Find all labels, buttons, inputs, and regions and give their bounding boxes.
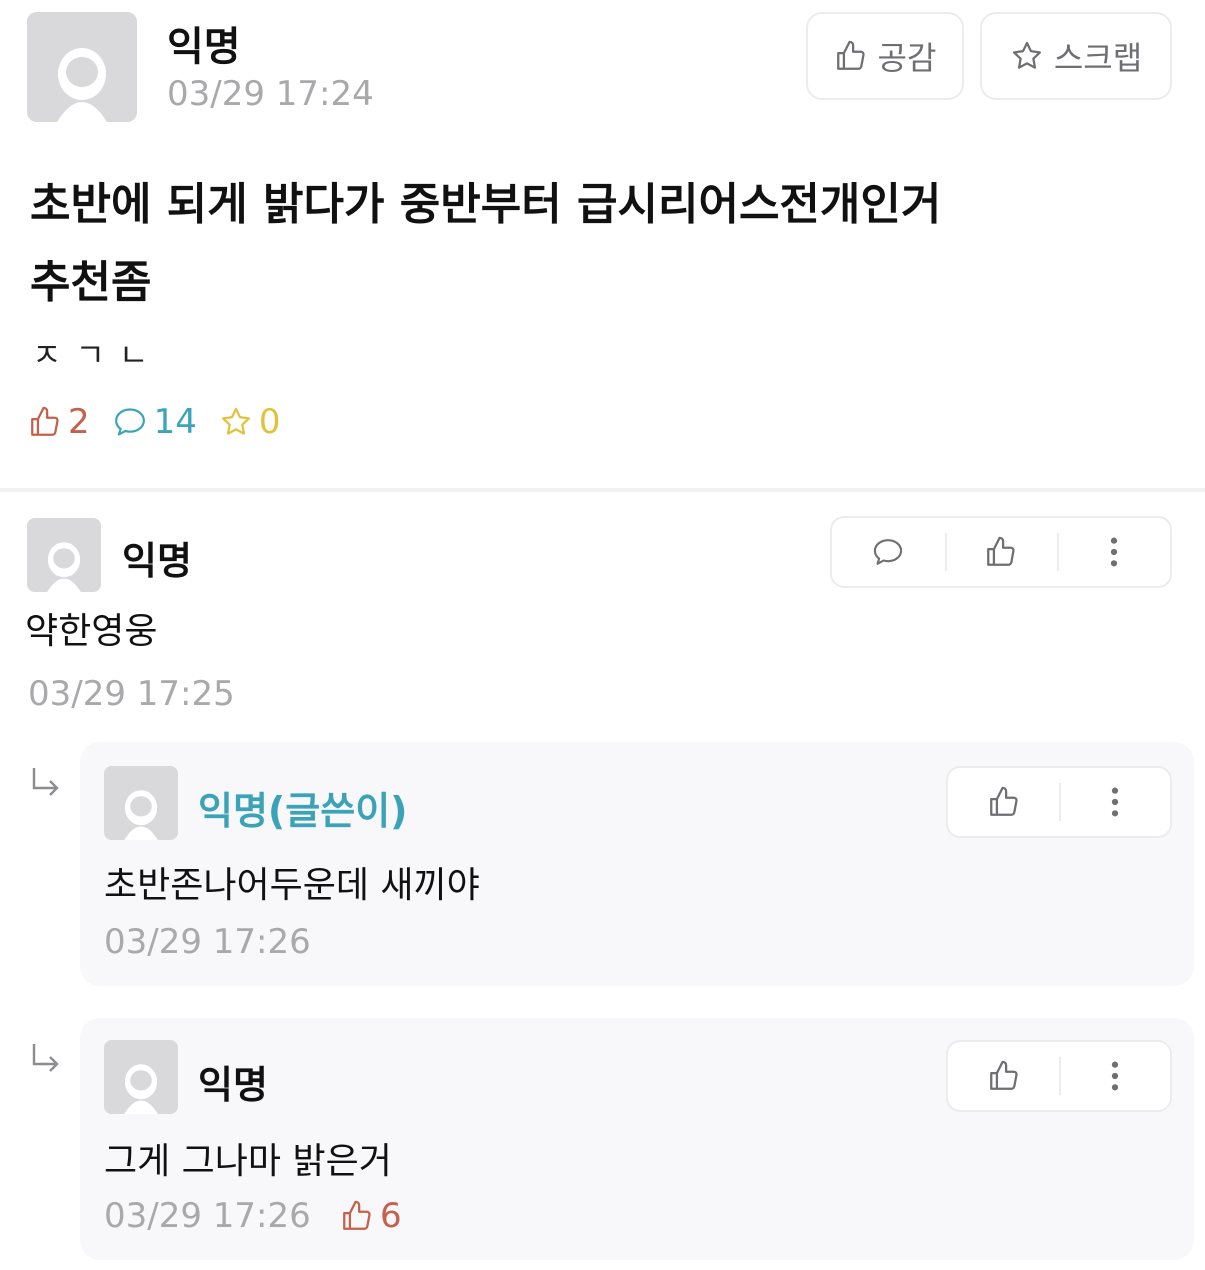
more-vertical-icon [1111, 1061, 1118, 1091]
comment-actions [830, 516, 1172, 588]
post-timestamp: 03/29 17:24 [167, 74, 374, 114]
reply-button[interactable] [832, 518, 945, 586]
thumbs-up-icon [31, 406, 59, 436]
reply-actions [946, 766, 1172, 838]
thumbs-up-icon [989, 786, 1018, 816]
star-icon [221, 407, 250, 435]
reply-like-count-value: 6 [380, 1196, 402, 1236]
post-body: ㅈㄱㄴ [32, 336, 163, 374]
more-vertical-icon [1110, 537, 1117, 567]
avatar-silhouette-icon [104, 1040, 178, 1114]
thumbs-up-icon [836, 40, 865, 70]
like-post-button[interactable]: 공감 [806, 12, 964, 100]
more-options-button[interactable] [1059, 1042, 1170, 1110]
like-post-button-label: 공감 [877, 39, 937, 77]
more-options-button[interactable] [1057, 518, 1170, 586]
post-like-count: 2 [28, 402, 90, 442]
reply-timestamp: 03/29 17:26 [104, 1196, 311, 1236]
post-author-name: 익명 [167, 24, 241, 70]
thumbs-up-icon [987, 536, 1015, 566]
reply-author-name: 익명 [198, 1063, 268, 1107]
star-icon [1012, 41, 1041, 69]
comment-timestamp: 03/29 17:25 [28, 674, 235, 714]
comment-text: 약한영웅 [25, 611, 158, 652]
post-stats: 2 14 0 [28, 400, 303, 444]
reply-like-count: 6 [340, 1196, 402, 1236]
post-comment-count-value: 14 [153, 402, 197, 442]
more-options-button[interactable] [1059, 768, 1170, 836]
like-reply-button[interactable] [948, 768, 1059, 836]
reply-text: 초반존나어두운데 새끼야 [104, 865, 480, 906]
divider [0, 488, 1205, 492]
reply-actions [946, 1040, 1172, 1112]
thumbs-up-icon [343, 1200, 371, 1230]
reply-author-avatar [104, 766, 178, 840]
reply-text: 그게 그나마 밝은거 [104, 1141, 392, 1182]
like-reply-button[interactable] [948, 1042, 1059, 1110]
post-author-avatar [27, 12, 137, 122]
post-scrap-count-value: 0 [258, 402, 281, 442]
avatar-silhouette-icon [27, 518, 101, 592]
scrap-post-button-label: 스크랩 [1053, 39, 1143, 77]
reply-author-avatar [104, 1040, 178, 1114]
speech-bubble-icon [874, 539, 903, 565]
post-scrap-count: 0 [219, 402, 281, 442]
speech-bubble-icon [114, 408, 145, 436]
reply-author-name: 익명(글쓴이) [198, 789, 408, 833]
avatar-silhouette-icon [27, 12, 137, 122]
comment-author-avatar [27, 518, 101, 592]
more-vertical-icon [1111, 787, 1118, 817]
post-title: 초반에 되게 밝다가 중반부터 급시리어스전개인거 추천좀 [30, 166, 1180, 322]
avatar-silhouette-icon [104, 766, 178, 840]
post-title-line: 초반에 되게 밝다가 중반부터 급시리어스전개인거 [30, 179, 942, 230]
comment-author-name: 익명 [122, 539, 192, 583]
scrap-post-button[interactable]: 스크랩 [980, 12, 1172, 100]
reply-arrow-icon [32, 1044, 59, 1072]
like-comment-button[interactable] [944, 518, 1058, 586]
post-title-line: 추천좀 [30, 257, 152, 308]
post-comment-count: 14 [112, 402, 197, 442]
reply-timestamp: 03/29 17:26 [104, 922, 311, 962]
post-like-count-value: 2 [68, 402, 90, 442]
thumbs-up-icon [989, 1060, 1018, 1090]
reply-arrow-icon [32, 768, 59, 796]
